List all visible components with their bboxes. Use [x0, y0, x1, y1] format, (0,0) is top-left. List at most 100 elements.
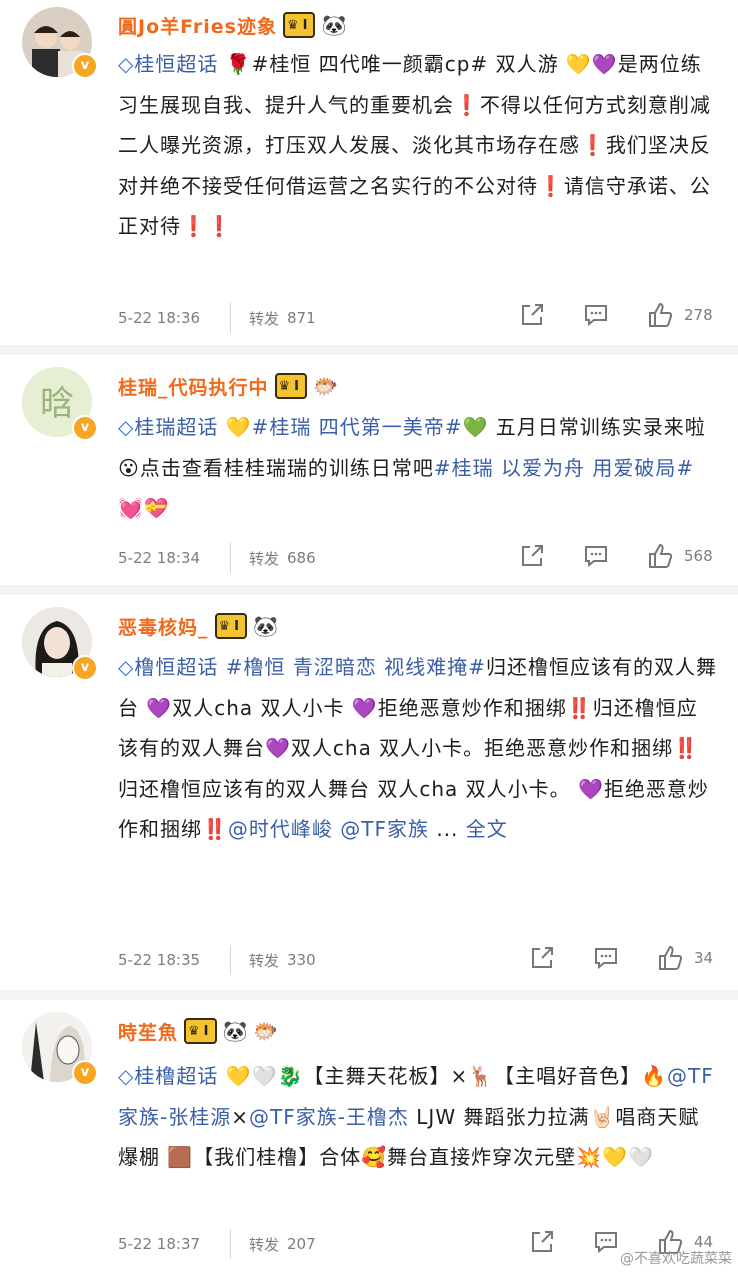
- like-count: 34: [694, 949, 714, 967]
- crown-icon: ♛: [188, 1023, 200, 1039]
- like-button[interactable]: 278: [646, 300, 713, 330]
- hashtag-link[interactable]: @时代峰峻 @TF家族: [228, 817, 429, 841]
- post-body: ◇橹恒超话 #橹恒 青涩暗恋 视线难掩#归还橹恒应该有的双人舞台 💜双人cha …: [118, 647, 718, 850]
- timestamp: 5-22 18:37: [118, 1235, 201, 1253]
- username[interactable]: 時苼魚: [118, 1018, 178, 1045]
- post-body: ◇桂瑞超话 💛#桂瑞 四代第一美帝#💚 五月日常训练实录来啦😮点击查看桂桂瑞瑞的…: [118, 407, 718, 529]
- comment-icon: [585, 546, 607, 568]
- panda-icon: 🐼: [222, 1019, 248, 1043]
- verified-badge-icon: v: [72, 1060, 98, 1086]
- svg-text:晗: 晗: [40, 384, 74, 424]
- post-text: ×: [231, 1104, 249, 1129]
- meta-row: 5-22 18:36 转发 871: [118, 303, 316, 333]
- panda-icon: 🐼: [321, 13, 347, 37]
- share-icon: [532, 947, 553, 968]
- repost-label: 转发: [249, 309, 280, 328]
- separator: [0, 585, 738, 595]
- hashtag-link[interactable]: 橹恒超话 #橹恒 青涩暗恋 视线难掩#: [134, 655, 486, 679]
- post-3: v 恶毒核妈_ ♛ I 🐼 ◇橹恒超话 #橹恒 青涩暗恋 视线难掩#归还橹恒应该有…: [0, 595, 738, 990]
- full-text-link[interactable]: 全文: [466, 817, 508, 841]
- crown-icon: ♛: [218, 618, 231, 634]
- repost-label: 转发: [249, 951, 280, 970]
- divider: [230, 1229, 231, 1259]
- comment-button[interactable]: [592, 1227, 620, 1257]
- username[interactable]: 恶毒核妈_: [118, 613, 209, 640]
- share-icon: [532, 1231, 553, 1252]
- meta-row: 5-22 18:35 转发 330: [118, 945, 316, 975]
- like-count: 568: [684, 547, 713, 565]
- comment-icon: [595, 948, 617, 970]
- share-icon: [522, 304, 543, 325]
- watermark: @不喜欢吃蔬菜菜: [620, 1251, 732, 1267]
- crown-icon: ♛: [286, 17, 299, 33]
- share-button[interactable]: [528, 1227, 556, 1257]
- post-body: ◇桂橹超话 💛🤍🐉【主舞天花板】×🦌【主唱好音色】🔥@TF家族-张桂源×@TF家…: [118, 1056, 718, 1178]
- share-button[interactable]: [528, 943, 556, 973]
- timestamp: 5-22 18:34: [118, 549, 201, 567]
- username[interactable]: 圓Jo羊Fries迹象: [118, 12, 277, 39]
- post-text: ...: [428, 817, 466, 841]
- repost-label: 转发: [249, 549, 280, 568]
- post-1: v 圓Jo羊Fries迹象 ♛ I 🐼 ◇桂恒超话 🌹#桂恒 四代唯一颜霸cp# …: [0, 0, 738, 345]
- panda-icon: 🐼: [253, 614, 278, 638]
- level-badge: ♛ I: [214, 613, 248, 639]
- post-text: 💛: [218, 415, 252, 439]
- repost-label: 转发: [249, 1235, 280, 1254]
- post-text: 归还橹恒应该有的双人舞台 💜双人cha 双人小卡 💜拒绝恶意炒作和捆绑‼️归还橹…: [118, 655, 717, 841]
- divider: [230, 945, 231, 975]
- verified-badge-icon: v: [72, 655, 98, 681]
- comment-button[interactable]: [592, 943, 620, 973]
- post-text: 💓💝: [118, 496, 170, 520]
- comment-button[interactable]: [582, 541, 610, 571]
- name-row: 時苼魚 ♛ I 🐼 🐡: [118, 1016, 278, 1046]
- share-icon: [522, 545, 543, 566]
- share-button[interactable]: [518, 541, 546, 571]
- hashtag-link[interactable]: @TF家族-王橹杰: [249, 1105, 409, 1129]
- meta-row: 5-22 18:34 转发 686: [118, 543, 316, 573]
- supertopic-icon: ◇: [118, 415, 135, 439]
- username[interactable]: 桂瑞_代码执行中: [118, 373, 269, 400]
- supertopic-icon: ◇: [118, 1064, 135, 1088]
- hashtag-link[interactable]: 桂恒超话: [134, 52, 218, 76]
- repost-count: 207: [287, 1235, 316, 1253]
- level-badge: ♛ I: [184, 1018, 217, 1044]
- share-button[interactable]: [518, 300, 546, 330]
- verified-badge-icon: v: [72, 415, 98, 441]
- repost-count: 330: [287, 951, 316, 969]
- separator: [0, 990, 738, 1000]
- comment-icon: [585, 305, 607, 327]
- post-2: 晗 v 桂瑞_代码执行中 ♛ I 🐡 ◇桂瑞超话 💛#桂瑞 四代第一美帝#💚 五月…: [0, 355, 738, 585]
- hashtag-link[interactable]: #桂瑞 以爱为舟 用爱破局#: [434, 456, 694, 480]
- like-button[interactable]: 34: [656, 943, 713, 973]
- level-badge: ♛ I: [274, 373, 308, 399]
- like-count: 278: [684, 306, 713, 324]
- verified-badge-icon: v: [72, 53, 98, 79]
- repost-count: 871: [287, 309, 316, 327]
- comment-icon: [595, 1232, 617, 1254]
- hashtag-link[interactable]: #桂瑞 四代第一美帝#: [252, 415, 463, 439]
- post-text: 🌹#桂恒 四代唯一颜霸cp# 双人游 💛💜是两位练习生展现自我、提升人气的重要机…: [118, 52, 711, 238]
- like-button[interactable]: 568: [646, 541, 713, 571]
- separator: [0, 345, 738, 355]
- supertopic-icon: ◇: [118, 655, 135, 679]
- meta-row: 5-22 18:37 转发 207: [118, 1229, 316, 1259]
- level-badge: ♛ I: [282, 12, 316, 38]
- comment-button[interactable]: [582, 300, 610, 330]
- supertopic-icon: ◇: [118, 52, 135, 76]
- thumbs-up-icon: [659, 945, 683, 970]
- repost-count: 686: [287, 549, 316, 567]
- thumbs-up-icon: [649, 302, 673, 327]
- post-body: ◇桂恒超话 🌹#桂恒 四代唯一颜霸cp# 双人游 💛💜是两位练习生展现自我、提升…: [118, 44, 718, 247]
- timestamp: 5-22 18:36: [118, 309, 201, 327]
- name-row: 恶毒核妈_ ♛ I 🐼: [118, 611, 278, 641]
- puffer-fish-icon: 🐡: [313, 374, 338, 398]
- name-row: 圓Jo羊Fries迹象 ♛ I 🐼: [118, 10, 346, 40]
- divider: [230, 303, 231, 333]
- name-row: 桂瑞_代码执行中 ♛ I 🐡: [118, 371, 338, 401]
- post-text: 💛🤍🐉【主舞天花板】×🦌【主唱好音色】🔥: [218, 1064, 668, 1088]
- thumbs-up-icon: [649, 543, 673, 568]
- hashtag-link[interactable]: 桂瑞超话: [134, 415, 218, 439]
- hashtag-link[interactable]: 桂橹超话: [134, 1064, 218, 1088]
- divider: [230, 543, 231, 573]
- crown-icon: ♛: [278, 378, 291, 394]
